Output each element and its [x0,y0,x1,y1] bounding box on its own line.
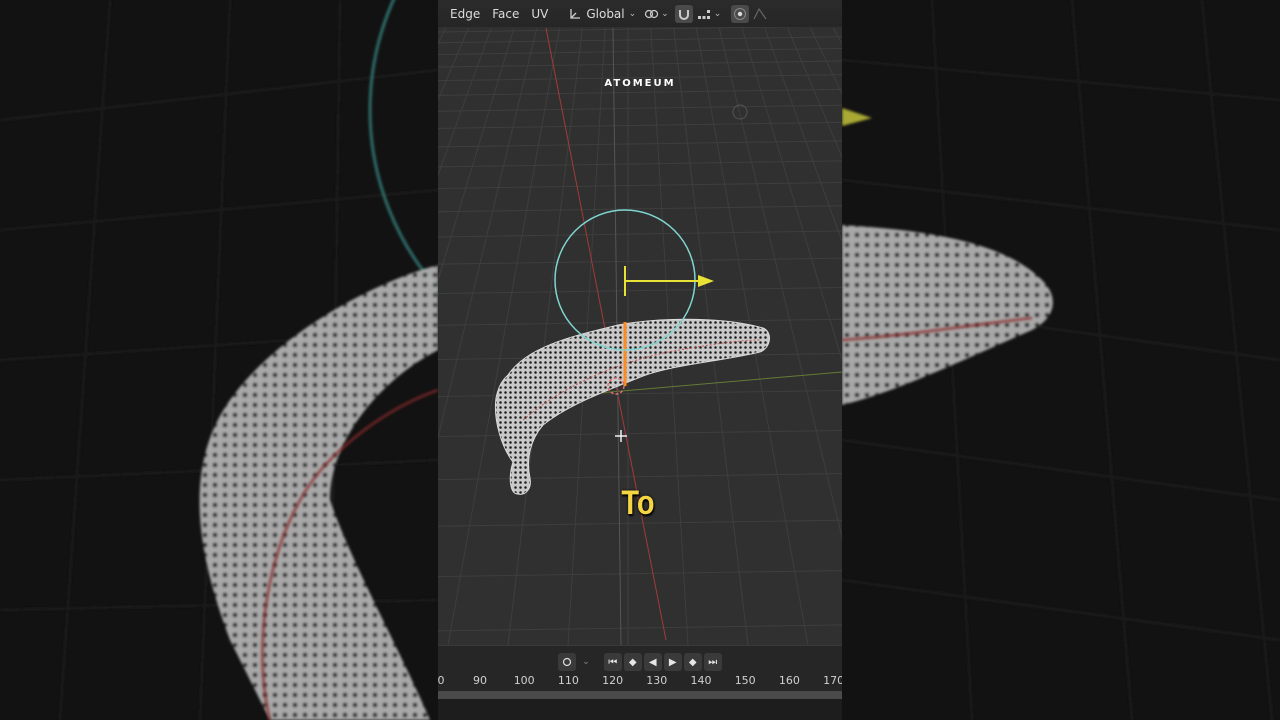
next-keyframe-icon[interactable]: ◆ [683,653,702,671]
blurred-background-right [842,0,1280,720]
blurred-viewport-left [0,0,438,720]
viewport-header: Edge Face UV Global ⌄ ⌄ ⌄ [438,0,842,27]
timeline-area[interactable] [438,699,842,720]
proportional-editing-icon[interactable] [731,4,750,23]
frame-tick-label: 0 [438,674,445,687]
chevron-down-icon[interactable]: ⌄ [582,657,590,667]
frame-tick-label: 110 [557,674,579,687]
frame-tick-label: 160 [778,674,800,687]
3d-viewport[interactable]: ATOMEUM To Edge Face UV Global ⌄ ⌄ ⌄ ⌄ ⏮… [438,0,842,720]
play-icon[interactable]: ▶ [663,653,682,671]
jump-to-start-icon[interactable]: ⏮ [603,653,622,671]
menu-uv[interactable]: UV [525,7,554,21]
jump-to-end-icon[interactable]: ⏭ [703,653,722,671]
record-keyframe-icon[interactable] [558,653,577,671]
playback-controls: ⌄ ⏮ ◆ ◀ ▶ ◆ ⏭ [438,652,842,672]
timeline-scrollbar[interactable] [438,691,842,699]
orientation-label: Global [586,6,625,21]
chevron-down-icon[interactable]: ⌄ [661,9,669,19]
frame-ruler[interactable]: 0 90 100 110 120 130 140 150 160 170 [438,674,842,692]
orientation-axes-icon [570,8,581,19]
frame-tick-label: 170 [823,674,842,687]
transform-orientation-dropdown[interactable]: Global ⌄ [568,7,636,21]
viewport-scene[interactable] [438,0,842,645]
watermark-logo: ATOMEUM [604,78,676,89]
falloff-curve-icon[interactable] [751,5,769,23]
chevron-down-icon: ⌄ [628,8,637,19]
blurred-viewport-right [842,0,1280,720]
previous-keyframe-icon[interactable]: ◆ [623,653,642,671]
snap-increment-icon[interactable] [695,5,713,23]
frame-tick-label: 90 [473,674,487,687]
magnet-snap-icon[interactable] [674,4,693,23]
menu-edge[interactable]: Edge [438,7,486,21]
frame-tick-label: 120 [602,674,624,687]
frame-tick-label: 140 [690,674,712,687]
menu-face[interactable]: Face [486,7,525,21]
chevron-down-icon[interactable]: ⌄ [714,9,722,19]
pivot-point-icon[interactable] [642,5,660,23]
timeline-panel: ⌄ ⏮ ◆ ◀ ▶ ◆ ⏭ 0 90 100 110 120 130 140 150 160 17… [438,645,842,720]
play-reverse-icon[interactable]: ◀ [643,653,662,671]
caption-subtitle: To [621,484,655,522]
blurred-background-left [0,0,438,720]
frame-tick-label: 150 [734,674,756,687]
frame-tick-label: 100 [513,674,535,687]
frame-tick-label: 130 [646,674,668,687]
transport-buttons: ⏮ ◆ ◀ ▶ ◆ ⏭ [603,653,722,671]
